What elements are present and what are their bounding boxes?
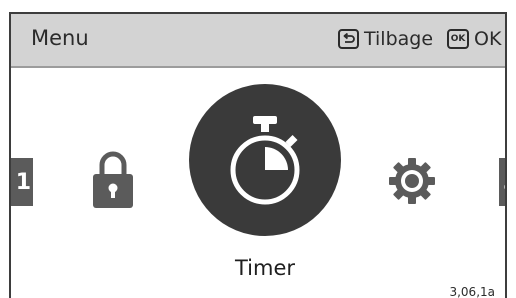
ok-key-icon: OK [447, 29, 469, 49]
header-bar: Menu Tilbage OK OK [11, 12, 505, 68]
previous-page-tab[interactable]: 1 [11, 158, 33, 206]
menu-screen: Menu Tilbage OK OK 1 3 [9, 12, 507, 298]
timer-icon [230, 116, 300, 205]
back-key-icon [338, 29, 359, 49]
reference-code: 3,06,1a [449, 285, 495, 298]
back-label: Tilbage [364, 28, 434, 50]
lock-icon[interactable] [93, 150, 133, 212]
gear-icon[interactable] [389, 158, 435, 208]
ok-label: OK [474, 28, 502, 50]
back-hint[interactable]: Tilbage [338, 28, 433, 50]
next-page-tab[interactable]: 3 [499, 158, 505, 206]
ok-hint[interactable]: OK OK [447, 28, 501, 50]
page-title: Menu [31, 26, 89, 50]
timer-menu-item[interactable] [189, 84, 341, 236]
selected-item-label: Timer [234, 256, 296, 280]
